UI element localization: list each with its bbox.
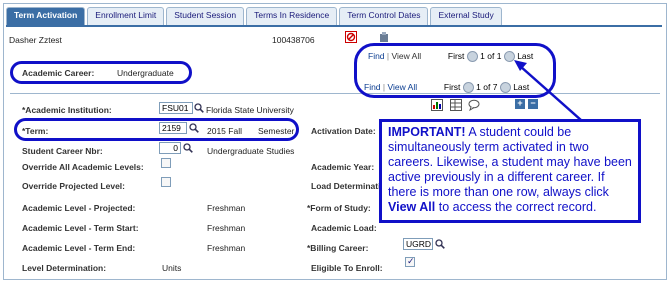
callout-text-end: to access the correct record. [435,200,597,214]
callout-heading: IMPORTANT! [388,125,466,139]
important-callout: IMPORTANT! A student could be simultaneo… [379,119,641,223]
callout-emphasis: View All [388,200,436,214]
